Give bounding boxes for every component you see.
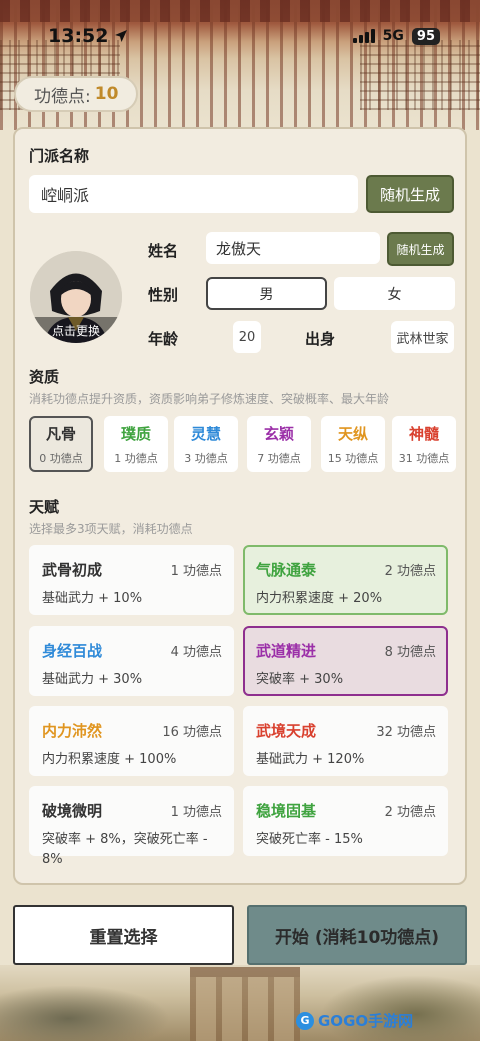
status-indicators: 5G 95 — [352, 27, 440, 45]
trees-left — [0, 985, 170, 1041]
talent-title: 天赋 — [29, 498, 60, 516]
name-input[interactable]: 龙傲天 — [206, 232, 380, 264]
talent-description: 突破率 + 8%，突破死亡率 - 8% — [42, 832, 208, 867]
merit-label: 功德点: — [34, 86, 91, 107]
talent-description: 突破率 + 30% — [256, 672, 344, 687]
talent-description: 基础武力 + 30% — [42, 672, 143, 687]
merit-points-badge: 功德点: 10 — [14, 76, 139, 112]
status-bar: 13:52 5G 95 — [0, 0, 480, 72]
gender-option-male[interactable]: 男 — [206, 277, 327, 310]
avatar[interactable]: 点击更换 — [30, 251, 122, 343]
aptitude-name: 神髓 — [408, 424, 439, 443]
gate-illustration — [190, 967, 300, 1041]
aptitude-name: 灵慧 — [190, 424, 221, 443]
status-time: 13:52 — [48, 25, 128, 47]
talent-name: 身经百战 — [42, 642, 103, 660]
talent-description: 突破死亡率 - 15% — [256, 832, 363, 847]
sect-creation-panel: 门派名称 随机生成 点击更换 姓名 龙傲天 随机生成 性别 男 女 年龄 20 … — [13, 127, 467, 885]
sect-random-button[interactable]: 随机生成 — [366, 175, 454, 213]
talent-description: 内力积累速度 + 20% — [256, 591, 383, 606]
aptitude-cost: 3 功德点 — [184, 451, 228, 465]
name-random-button[interactable]: 随机生成 — [387, 232, 454, 266]
aptitude-name: 玄颖 — [263, 424, 294, 443]
talent-card[interactable]: 武骨初成 1 功德点基础武力 + 10% — [29, 545, 234, 615]
talent-hint: 选择最多3项天赋，消耗功德点 — [29, 522, 193, 536]
talent-cost: 4 功德点 — [170, 645, 222, 660]
aptitude-name: 凡骨 — [45, 424, 76, 443]
origin-label: 出身 — [305, 330, 336, 348]
start-button[interactable]: 开始 (消耗10功德点) — [247, 905, 467, 965]
aptitude-title: 资质 — [29, 368, 60, 386]
aptitude-option[interactable]: 凡骨 0 功德点 — [29, 416, 93, 472]
talent-card[interactable]: 武道精进 8 功德点突破率 + 30% — [243, 626, 448, 696]
watermark: G GOGO手游网 — [296, 1010, 413, 1031]
name-label: 姓名 — [148, 242, 179, 260]
talent-cost: 16 功德点 — [162, 725, 222, 740]
talent-cost: 8 功德点 — [384, 645, 436, 660]
aptitude-option[interactable]: 璞质 1 功德点 — [104, 416, 168, 472]
aptitude-hint: 消耗功德点提升资质，资质影响弟子修炼速度、突破概率、最大年龄 — [29, 392, 390, 406]
sect-name-input[interactable] — [29, 175, 358, 213]
reset-button[interactable]: 重置选择 — [13, 905, 234, 965]
talent-card[interactable]: 气脉通泰 2 功德点 内力积累速度 + 20% — [243, 545, 448, 615]
talent-name: 武境天成 — [256, 722, 317, 740]
aptitude-cost: 1 功德点 — [114, 451, 158, 465]
aptitude-name: 天纵 — [337, 424, 368, 443]
talent-name: 稳境固基 — [256, 802, 317, 820]
gender-option-female[interactable]: 女 — [334, 277, 455, 310]
talent-description: 基础武力 + 10% — [42, 591, 143, 606]
merit-value: 10 — [94, 84, 119, 104]
talent-card[interactable]: 武境天成 32 功德点 基础武力 + 120% — [243, 706, 448, 776]
aptitude-option[interactable]: 天纵 15 功德点 — [321, 416, 385, 472]
battery-icon: 95 — [411, 27, 440, 45]
watermark-logo-icon: G — [296, 1011, 314, 1030]
talent-card[interactable]: 身经百战 4 功德点基础武力 + 30% — [29, 626, 234, 696]
location-arrow-icon — [115, 30, 128, 42]
sect-name-label: 门派名称 — [29, 147, 90, 165]
aptitude-option[interactable]: 神髓 31 功德点 — [392, 416, 456, 472]
aptitude-name: 璞质 — [120, 424, 151, 443]
talent-cost: 1 功德点 — [170, 564, 222, 579]
network-label: 5G — [382, 28, 404, 44]
aptitude-option[interactable]: 灵慧 3 功德点 — [174, 416, 238, 472]
talent-description: 基础武力 + 120% — [256, 752, 365, 767]
talent-cost: 32 功德点 — [376, 725, 436, 740]
aptitude-cost: 0 功德点 — [39, 451, 83, 465]
origin-value[interactable]: 武林世家 — [391, 321, 454, 353]
talent-cost: 2 功德点 — [384, 564, 436, 579]
avatar-change-hint: 点击更换 — [30, 317, 122, 343]
talent-card[interactable]: 破境微明 1 功德点突破率 + 8%，突破死亡率 - 8% — [29, 786, 234, 867]
talent-name: 武道精进 — [256, 642, 317, 660]
talent-card[interactable]: 稳境固基 2 功德点突破死亡率 - 15% — [243, 786, 448, 856]
watermark-text: GOGO手游网 — [318, 1012, 414, 1030]
age-value[interactable]: 20 — [233, 321, 261, 353]
talent-name: 气脉通泰 — [256, 561, 317, 579]
age-label: 年龄 — [148, 330, 179, 348]
talent-description: 内力积累速度 + 100% — [42, 752, 177, 767]
aptitude-cost: 31 功德点 — [398, 451, 450, 465]
signal-icon — [352, 29, 375, 43]
talent-name: 武骨初成 — [42, 561, 103, 579]
talent-name: 破境微明 — [42, 802, 103, 820]
talent-cost: 1 功德点 — [170, 805, 222, 820]
gender-label: 性别 — [148, 286, 179, 304]
talent-card[interactable]: 内力沛然 16 功德点内力积累速度 + 100% — [29, 706, 234, 776]
aptitude-option[interactable]: 玄颖 7 功德点 — [247, 416, 311, 472]
trees-right — [320, 975, 480, 1041]
aptitude-cost: 7 功德点 — [257, 451, 301, 465]
aptitude-cost: 15 功德点 — [327, 451, 379, 465]
talent-name: 内力沛然 — [42, 722, 103, 740]
talent-cost: 2 功德点 — [384, 805, 436, 820]
